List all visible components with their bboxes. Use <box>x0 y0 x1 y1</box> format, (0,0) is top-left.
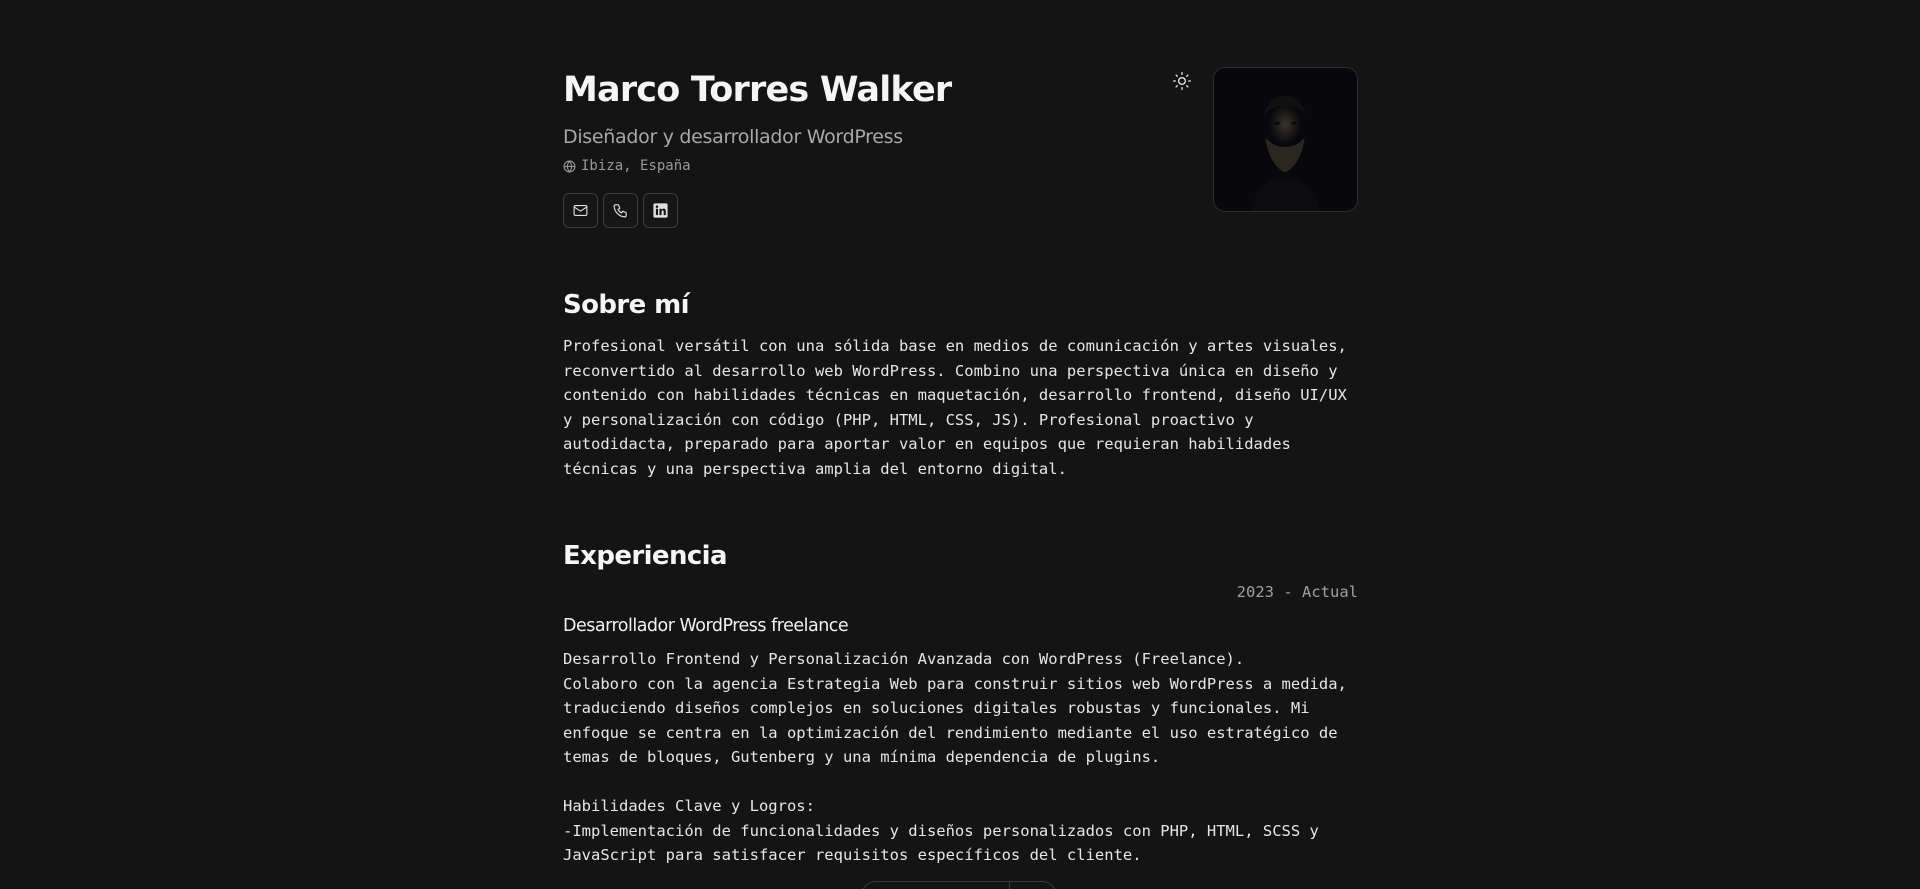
about-title: Sobre mí <box>563 290 690 320</box>
experience-description: Desarrollo Frontend y Personalización Av… <box>563 650 1347 864</box>
globe-icon <box>563 159 576 173</box>
dock-divider <box>1009 882 1010 889</box>
mail-icon <box>572 202 589 219</box>
avatar <box>1213 67 1358 212</box>
profile-role: Diseñador y desarrollador WordPress <box>563 126 903 148</box>
sun-icon <box>1172 71 1192 91</box>
theme-toggle-button[interactable] <box>1170 69 1194 93</box>
phone-icon <box>612 202 629 219</box>
location-text: Ibiza, España <box>581 158 691 174</box>
email-button[interactable] <box>563 193 598 228</box>
profile-header: Marco Torres Walker Diseñador y desarrol… <box>563 0 1358 260</box>
linkedin-button[interactable] <box>643 193 678 228</box>
profile-location: Ibiza, España <box>563 158 691 174</box>
contact-buttons <box>563 193 678 228</box>
experience-role: Desarrollador WordPress freelance <box>563 616 849 636</box>
linkedin-icon <box>652 202 669 219</box>
cv-page: Marco Torres Walker Diseñador y desarrol… <box>0 0 1920 889</box>
bottom-dock[interactable] <box>861 881 1057 889</box>
experience-period: 2023 - Actual <box>1236 583 1358 601</box>
profile-name: Marco Torres Walker <box>563 70 952 110</box>
cv-container: Marco Torres Walker Diseñador y desarrol… <box>563 0 1358 864</box>
phone-button[interactable] <box>603 193 638 228</box>
about-text: Profesional versátil con una sólida base… <box>563 337 1347 478</box>
experience-title: Experiencia <box>563 541 728 571</box>
